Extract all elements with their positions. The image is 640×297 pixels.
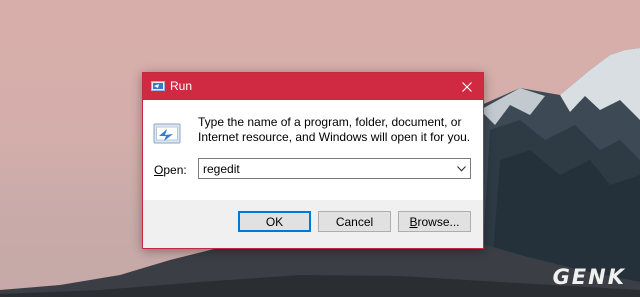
open-label-accel: O — [154, 163, 164, 177]
dialog-title: Run — [170, 79, 193, 93]
open-combobox[interactable] — [198, 158, 471, 179]
title-bar[interactable]: Run — [143, 73, 483, 100]
ok-button[interactable]: OK — [238, 211, 311, 232]
browse-button[interactable]: Browse... — [398, 211, 471, 232]
open-label-rest: pen: — [163, 163, 187, 177]
close-icon — [462, 81, 472, 92]
dropdown-button[interactable] — [452, 159, 470, 178]
run-program-icon — [153, 123, 181, 144]
button-bar: OK Cancel Browse... — [143, 200, 483, 248]
run-dialog: Run Type the name of a program, folder, … — [142, 72, 484, 249]
close-button[interactable] — [451, 73, 483, 100]
dialog-body: Type the name of a program, folder, docu… — [143, 100, 483, 200]
run-app-icon — [151, 81, 165, 91]
watermark-logo: GENK — [552, 265, 626, 289]
browse-accel: B — [409, 214, 418, 229]
chevron-down-icon — [456, 165, 466, 172]
browse-rest: rowse... — [417, 214, 460, 229]
cancel-button[interactable]: Cancel — [318, 211, 391, 232]
open-input[interactable] — [199, 159, 452, 178]
description-text: Type the name of a program, folder, docu… — [198, 115, 471, 144]
open-label: Open: — [154, 163, 187, 177]
